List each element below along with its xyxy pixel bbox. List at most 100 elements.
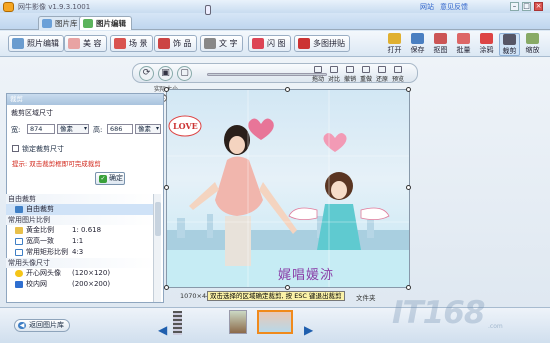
preview-icon bbox=[394, 66, 402, 73]
list-item-label: 常用矩形比例 bbox=[26, 248, 68, 256]
crop-handle-t[interactable] bbox=[285, 87, 290, 92]
accessory-label: 饰 品 bbox=[173, 39, 192, 48]
list-item[interactable]: 宽高一致 1:1 bbox=[6, 236, 156, 247]
canvas-control-bar: ⟳ ▣ ▢ 拖动 对比 撤销 重做 还原 预览 bbox=[132, 63, 418, 83]
photo-edit-label: 照片编辑 bbox=[27, 39, 59, 48]
minimize-icon[interactable]: – bbox=[510, 2, 519, 11]
redo-button[interactable]: 重做 bbox=[359, 65, 373, 83]
tab-gallery[interactable]: 图片库 bbox=[38, 16, 84, 30]
crop-handle-tr[interactable] bbox=[406, 87, 411, 92]
compare-button[interactable]: 对比 bbox=[327, 65, 341, 83]
list-item-label: 黄金比例 bbox=[26, 226, 54, 234]
tab-edit[interactable]: 图片编辑 bbox=[79, 16, 132, 30]
back-arrow-icon: ◀ bbox=[18, 322, 26, 329]
zoom-slider-knob[interactable] bbox=[205, 5, 211, 15]
preview-label: 预览 bbox=[391, 76, 404, 83]
batch-button[interactable]: 批量 bbox=[453, 33, 474, 56]
flash-button[interactable]: 闪 图 bbox=[248, 35, 291, 52]
main-toolbar: 照片编辑 美 容 场 景 饰 品 文 字 闪 图 多图拼贴 打开 保存 抠图 批… bbox=[0, 31, 550, 57]
crop-handle-bl[interactable] bbox=[164, 285, 169, 290]
preset-scrollbar[interactable] bbox=[153, 194, 161, 302]
thumbnail[interactable] bbox=[229, 310, 247, 334]
list-item[interactable]: 自由裁剪 bbox=[6, 204, 156, 215]
heart-icon bbox=[248, 118, 274, 140]
website-link[interactable]: 网站 bbox=[420, 2, 434, 12]
save-button[interactable]: 保存 bbox=[407, 33, 428, 56]
rotate-icon[interactable]: ⟳ bbox=[139, 66, 154, 81]
checkbox-icon bbox=[12, 145, 19, 152]
smile-icon bbox=[15, 270, 23, 277]
feedback-link[interactable]: 意见反馈 bbox=[440, 2, 468, 12]
crop-handle-r[interactable] bbox=[406, 185, 411, 190]
check-icon: ✓ bbox=[99, 175, 107, 183]
height-input[interactable]: 686 bbox=[107, 124, 133, 134]
tab-gallery-label: 图片库 bbox=[55, 19, 78, 28]
resize-button[interactable]: 缩放 bbox=[522, 33, 543, 56]
text-button[interactable]: 文 字 bbox=[200, 35, 243, 52]
restore-button[interactable]: 还原 bbox=[375, 65, 389, 83]
photo-edit-icon bbox=[12, 38, 24, 49]
cutout-button[interactable]: 抠图 bbox=[430, 33, 451, 56]
prev-icon[interactable]: ◀ bbox=[158, 323, 167, 337]
ratio-icon bbox=[15, 238, 23, 245]
width-input[interactable]: 874 bbox=[27, 124, 55, 134]
next-icon[interactable]: ▶ bbox=[304, 323, 313, 337]
restore-icon bbox=[378, 66, 386, 73]
crop-label: 裁剪 bbox=[502, 47, 517, 55]
crop-handle-b[interactable] bbox=[285, 285, 290, 290]
accessory-button[interactable]: 饰 品 bbox=[154, 35, 197, 52]
drag-button[interactable]: 拖动 bbox=[311, 65, 325, 83]
cutout-icon bbox=[434, 33, 447, 44]
compare-icon bbox=[330, 66, 338, 73]
crop-icon bbox=[15, 206, 23, 213]
edit-icon bbox=[83, 19, 93, 28]
list-item[interactable]: 开心网头像 (120×120) bbox=[6, 268, 156, 279]
ratio-icon bbox=[15, 227, 23, 234]
preview-button[interactable]: 预览 bbox=[391, 65, 405, 83]
zoom-slider[interactable] bbox=[207, 73, 327, 76]
text-label: 文 字 bbox=[219, 39, 238, 48]
photo-canvas[interactable]: LOVE bbox=[166, 89, 410, 288]
open-button[interactable]: 打开 bbox=[384, 33, 405, 56]
save-label: 保存 bbox=[410, 46, 425, 54]
crop-handle-l[interactable] bbox=[164, 185, 169, 190]
crop-icon bbox=[503, 34, 516, 45]
list-item-ratio: 1:1 bbox=[72, 237, 84, 245]
beauty-button[interactable]: 美 容 bbox=[64, 35, 107, 52]
cutout-label: 抠图 bbox=[433, 46, 448, 54]
list-item-label: 校内网 bbox=[26, 280, 47, 288]
actual-size-icon[interactable]: ▢ bbox=[177, 66, 192, 81]
photo-caption: 娓唱媛洂 bbox=[278, 268, 335, 283]
save-icon bbox=[411, 33, 424, 44]
close-icon[interactable]: × bbox=[534, 2, 543, 11]
crop-handle-br[interactable] bbox=[406, 285, 411, 290]
list-item-ratio: 1: 0.618 bbox=[72, 226, 102, 234]
back-to-gallery-button[interactable]: ◀ 返回图片库 bbox=[14, 319, 70, 332]
doodle-icon bbox=[480, 33, 493, 44]
height-label: 高: bbox=[93, 126, 103, 134]
thumbnail-selected[interactable] bbox=[257, 310, 293, 334]
width-unit-select[interactable]: 像素 bbox=[57, 124, 89, 134]
back-to-gallery-label: 返回图片库 bbox=[29, 321, 64, 329]
photo-edit-button[interactable]: 照片编辑 bbox=[8, 35, 64, 52]
undo-button[interactable]: 撤销 bbox=[343, 65, 357, 83]
collage-button[interactable]: 多图拼贴 bbox=[294, 35, 350, 52]
crop-button[interactable]: 裁剪 bbox=[499, 33, 520, 56]
maximize-icon[interactable]: □ bbox=[522, 2, 531, 11]
fit-view-icon[interactable]: ▣ bbox=[158, 66, 173, 81]
heart-icon bbox=[323, 132, 347, 152]
scene-button[interactable]: 场 景 bbox=[110, 35, 153, 52]
crop-preset-list: 自由裁剪 自由裁剪 常用图片比例 黄金比例 1: 0.618 宽高一致 1:1 … bbox=[6, 194, 156, 290]
lock-size-checkbox[interactable]: 锁定裁剪尺寸 bbox=[12, 144, 64, 154]
open-icon bbox=[388, 33, 401, 44]
scrollbar-thumb[interactable] bbox=[155, 202, 161, 236]
list-item[interactable]: 校内网 (200×200) bbox=[6, 279, 156, 290]
doodle-button[interactable]: 涂鸦 bbox=[476, 33, 497, 56]
confirm-button[interactable]: ✓ 确定 bbox=[95, 172, 125, 185]
crop-handle-tl[interactable] bbox=[164, 87, 169, 92]
undo-icon bbox=[346, 66, 354, 73]
height-unit-select[interactable]: 像素 bbox=[135, 124, 161, 134]
gallery-icon bbox=[42, 19, 52, 28]
list-item[interactable]: 黄金比例 1: 0.618 bbox=[6, 225, 156, 236]
list-item[interactable]: 常用矩形比例 4:3 bbox=[6, 247, 156, 258]
